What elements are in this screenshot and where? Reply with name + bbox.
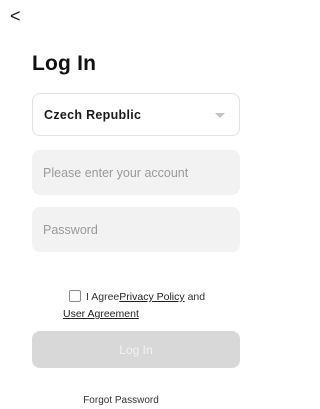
privacy-policy-link[interactable]: Privacy Policy (119, 291, 184, 303)
password-input[interactable] (32, 207, 240, 252)
login-button[interactable]: Log In (32, 331, 240, 368)
region-select[interactable]: Czech Republic (32, 93, 240, 136)
agreement-prefix: I Agree (86, 291, 120, 303)
login-screen: < Log In Czech Republic I AgreePrivacy P… (0, 0, 242, 409)
agreement-conjunction: and (187, 291, 206, 303)
region-select-value: Czech Republic (44, 108, 142, 122)
user-agreement-link[interactable]: User Agreement (63, 308, 139, 320)
account-input[interactable] (32, 150, 240, 195)
back-arrow-icon[interactable]: < (10, 6, 28, 26)
agreement-checkbox[interactable] (69, 290, 81, 302)
page-title: Log In (32, 52, 97, 75)
chevron-down-icon (215, 113, 225, 118)
forgot-password-link[interactable]: Forgot Password (0, 395, 242, 406)
agreement-row: I AgreePrivacy Policy and User Agreement (63, 289, 233, 323)
